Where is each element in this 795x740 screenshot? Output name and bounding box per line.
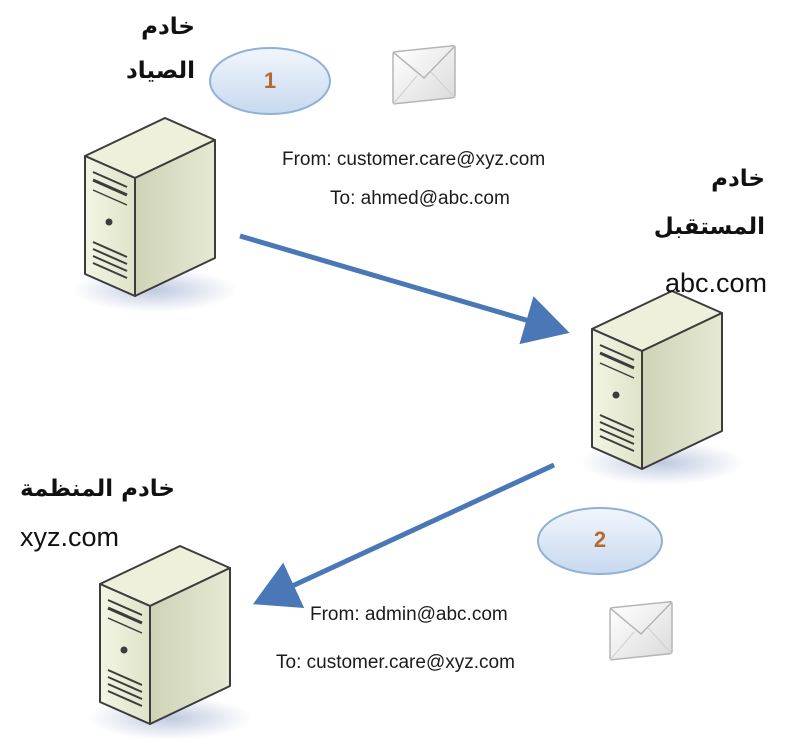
organization-server-label: خادم المنظمة <box>20 476 175 502</box>
step-2-number: 2 <box>593 527 607 552</box>
receiver-server-icon <box>578 289 746 487</box>
envelope-icon <box>609 600 673 661</box>
organization-server-domain: xyz.com <box>20 522 120 552</box>
arrow-phisher-to-receiver <box>239 233 570 345</box>
arrow-receiver-to-organization <box>252 462 556 609</box>
phisher-server-icon <box>71 116 239 314</box>
phisher-server-label-line2: الصياد <box>125 58 195 84</box>
receiver-server-label-line1: خادم <box>711 166 765 192</box>
email-1-from: From: customer.care@xyz.com <box>282 149 546 170</box>
receiver-server-label-line2: المستقبل <box>653 214 765 240</box>
phisher-server-label-line1: خادم <box>141 14 195 40</box>
organization-server-icon <box>86 544 254 740</box>
envelope-icon <box>392 44 456 105</box>
email-2-to: To: customer.care@xyz.com <box>276 652 515 673</box>
email-2-from: From: admin@abc.com <box>310 604 508 625</box>
receiver-server-domain: abc.com <box>664 268 767 298</box>
step-1-number: 1 <box>263 68 277 93</box>
email-1-to: To: ahmed@abc.com <box>330 188 510 209</box>
